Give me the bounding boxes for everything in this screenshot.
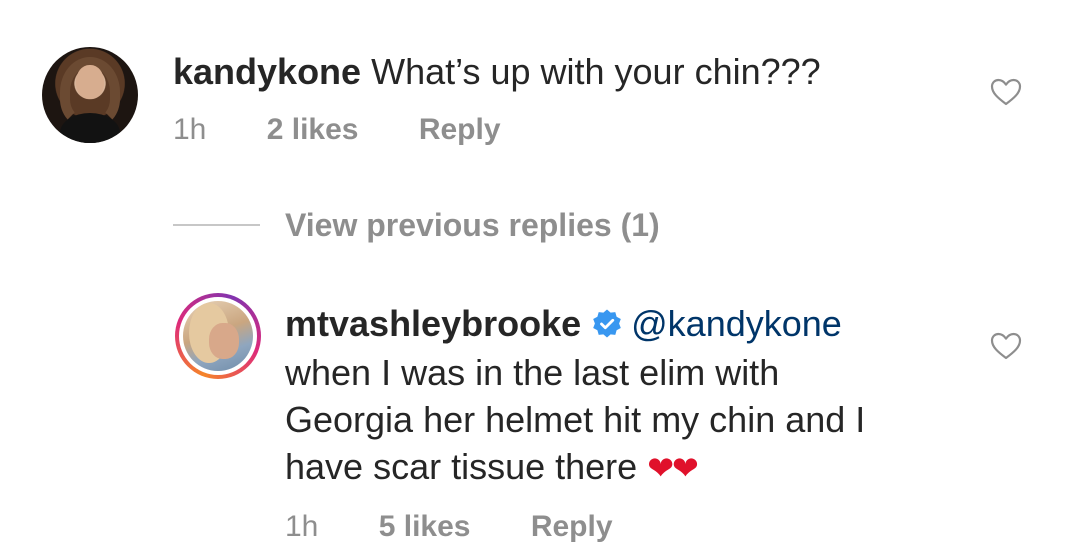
comment-text: kandykone What’s up with your chin??? — [173, 50, 821, 94]
verified-badge-icon — [593, 309, 621, 338]
comment-time: 1h — [173, 113, 207, 146]
red-heart-emoji: ❤❤ — [647, 450, 699, 486]
view-previous-replies-button[interactable]: View previous replies (1) — [285, 205, 660, 245]
likes-count[interactable]: 2 likes — [267, 112, 359, 148]
reply-username[interactable]: mtvashleybrooke — [285, 303, 581, 344]
mention-link[interactable]: @kandykone — [631, 303, 842, 344]
reply-line: when I was in the last elim with — [285, 352, 780, 393]
avatar-kandykone[interactable] — [42, 47, 138, 143]
likes-count[interactable]: 5 likes — [379, 509, 471, 545]
reply-button[interactable]: Reply — [531, 509, 613, 545]
comment-meta: 1h 2 likes Reply — [173, 112, 501, 148]
reply-meta: 1h 5 likes Reply — [285, 509, 613, 545]
reply-body: when I was in the last elim with Georgia… — [285, 349, 985, 492]
reply-time: 1h — [285, 510, 319, 543]
divider-line — [173, 224, 260, 226]
reply-line: have scar tissue there ❤❤ — [285, 446, 699, 487]
reply-header: mtvashleybrooke @kandykone — [285, 302, 842, 346]
comment-body: What’s up with your chin??? — [371, 51, 821, 92]
reply-button[interactable]: Reply — [419, 112, 501, 148]
avatar-mtvashleybrooke[interactable] — [175, 293, 261, 379]
comments-thread: kandykone What’s up with your chin??? 1h… — [0, 0, 1080, 558]
comment-username[interactable]: kandykone — [173, 51, 361, 92]
heart-outline-icon[interactable] — [989, 331, 1023, 361]
reply-line: Georgia her helmet hit my chin and I — [285, 399, 866, 440]
heart-outline-icon[interactable] — [989, 77, 1023, 107]
